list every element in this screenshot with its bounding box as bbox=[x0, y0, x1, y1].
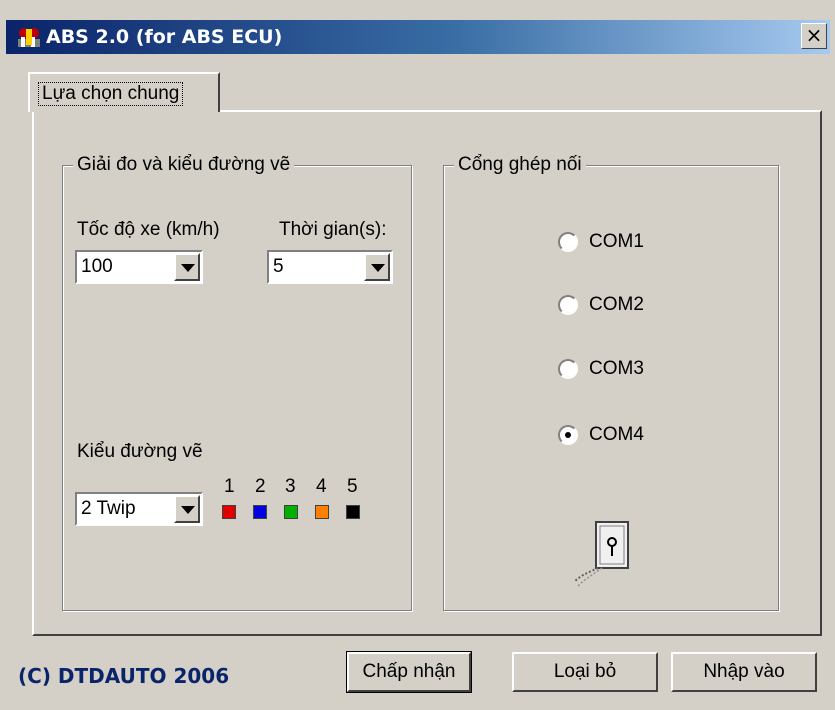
line-style-value: 2 Twip bbox=[81, 498, 136, 519]
import-button[interactable]: Nhập vào bbox=[671, 652, 817, 692]
serial-port-connector-icon bbox=[573, 521, 629, 587]
radio-com2-circle[interactable] bbox=[558, 295, 578, 315]
dialog-window: ABS 2.0 (for ABS ECU) × Lựa chọn chung G… bbox=[0, 0, 835, 710]
close-button[interactable]: × bbox=[801, 23, 827, 49]
cancel-button[interactable]: Loại bỏ bbox=[512, 652, 658, 692]
radio-com1-circle[interactable] bbox=[558, 232, 578, 252]
swatch-number-2: 2 bbox=[255, 476, 266, 497]
color-swatch-3 bbox=[284, 505, 298, 519]
line-style-select[interactable]: 2 Twip bbox=[75, 492, 203, 526]
swatch-number-4: 4 bbox=[316, 476, 327, 497]
title-bar[interactable]: ABS 2.0 (for ABS ECU) × bbox=[6, 20, 830, 54]
window-title: ABS 2.0 (for ABS ECU) bbox=[46, 26, 283, 48]
radio-com3-circle[interactable] bbox=[558, 359, 578, 379]
speed-label: Tốc độ xe (km/h) bbox=[77, 219, 220, 240]
time-dropdown-button[interactable] bbox=[364, 253, 390, 281]
radio-com4-circle[interactable] bbox=[558, 425, 578, 445]
port-group-title: Cổng ghép nối bbox=[454, 153, 586, 177]
color-swatch-4 bbox=[315, 505, 329, 519]
radio-com4-label: COM4 bbox=[589, 424, 644, 445]
time-label: Thời gian(s): bbox=[279, 219, 387, 240]
radio-com2-label: COM2 bbox=[589, 294, 644, 315]
app-icon bbox=[18, 28, 40, 47]
radio-com3-label: COM3 bbox=[589, 358, 644, 379]
range-group-title: Giải đo và kiểu đường vẽ bbox=[73, 153, 295, 177]
color-swatch-5 bbox=[346, 505, 360, 519]
line-style-label: Kiểu đường vẽ bbox=[77, 441, 203, 462]
tab-general-options[interactable]: Lựa chọn chung bbox=[28, 72, 220, 112]
tab-label: Lựa chọn chung bbox=[38, 82, 184, 106]
copyright-text: (C) DTDAUTO 2006 bbox=[18, 664, 230, 688]
line-style-dropdown-button[interactable] bbox=[174, 495, 200, 523]
speed-select[interactable]: 100 bbox=[75, 250, 203, 284]
swatch-number-5: 5 bbox=[347, 476, 358, 497]
swatch-number-3: 3 bbox=[285, 476, 296, 497]
color-swatch-2 bbox=[253, 505, 267, 519]
radio-com1-label: COM1 bbox=[589, 231, 644, 252]
time-value: 5 bbox=[273, 256, 284, 277]
accept-button[interactable]: Chấp nhận bbox=[346, 651, 472, 693]
color-swatch-1 bbox=[222, 505, 236, 519]
time-select[interactable]: 5 bbox=[267, 250, 393, 284]
speed-dropdown-button[interactable] bbox=[174, 253, 200, 281]
speed-value: 100 bbox=[81, 256, 113, 277]
swatch-number-1: 1 bbox=[224, 476, 235, 497]
